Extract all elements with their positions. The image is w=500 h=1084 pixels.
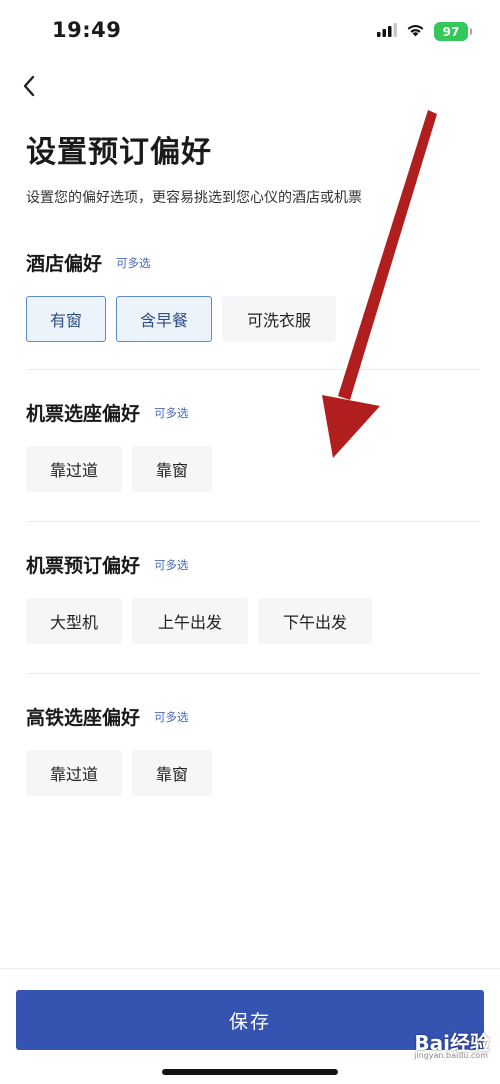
status-icons: 97 [377, 22, 472, 41]
section-header: 酒店偏好 可多选 [26, 248, 480, 276]
multi-select-hint: 可多选 [154, 710, 189, 724]
battery-level: 97 [442, 24, 460, 39]
option-group: 靠过道 靠窗 [26, 446, 480, 492]
page-subtitle: 设置您的偏好选项，更容易挑选到您心仪的酒店或机票 [26, 190, 362, 206]
status-bar: 19:49 97 [0, 0, 500, 64]
section-hotel-preference: 酒店偏好 可多选 有窗 含早餐 可洗衣服 [26, 248, 480, 342]
option-chip-with-window[interactable]: 有窗 [26, 296, 106, 342]
section-title: 机票选座偏好 [26, 402, 141, 425]
option-chip-breakfast-included[interactable]: 含早餐 [116, 296, 212, 342]
option-chip-window-seat[interactable]: 靠窗 [132, 446, 212, 492]
option-group: 大型机 上午出发 下午出发 [26, 598, 480, 644]
section-divider [26, 521, 480, 522]
watermark-logo: Bai经验 jingyan.baidu.com [414, 1027, 490, 1060]
option-chip-window-seat[interactable]: 靠窗 [132, 750, 212, 796]
watermark-site: jingyan.baidu.com [414, 1051, 488, 1060]
section-header: 高铁选座偏好 可多选 [26, 702, 480, 730]
option-chip-laundry[interactable]: 可洗衣服 [222, 296, 336, 342]
option-chip-large-aircraft[interactable]: 大型机 [26, 598, 122, 644]
battery-charging-icon: 97 [434, 22, 472, 41]
chevron-left-icon [22, 75, 36, 101]
multi-select-hint: 可多选 [154, 558, 189, 572]
multi-select-hint: 可多选 [154, 406, 189, 420]
section-divider [26, 673, 480, 674]
option-chip-morning-departure[interactable]: 上午出发 [132, 598, 248, 644]
section-flight-seat-preference: 机票选座偏好 可多选 靠过道 靠窗 [26, 398, 480, 492]
section-title: 高铁选座偏好 [26, 706, 141, 729]
section-flight-booking-preference: 机票预订偏好 可多选 大型机 上午出发 下午出发 [26, 550, 480, 644]
section-title: 机票预订偏好 [26, 554, 141, 577]
section-train-seat-preference: 高铁选座偏好 可多选 靠过道 靠窗 [26, 702, 480, 796]
option-chip-afternoon-departure[interactable]: 下午出发 [258, 598, 372, 644]
option-group: 靠过道 靠窗 [26, 750, 480, 796]
section-divider [26, 369, 480, 370]
option-chip-aisle-seat[interactable]: 靠过道 [26, 750, 122, 796]
multi-select-hint: 可多选 [116, 256, 151, 270]
cellular-signal-icon [377, 22, 397, 41]
section-header: 机票选座偏好 可多选 [26, 398, 480, 426]
section-header: 机票预订偏好 可多选 [26, 550, 480, 578]
back-button[interactable] [14, 72, 44, 104]
section-title: 酒店偏好 [26, 252, 103, 275]
option-chip-aisle-seat[interactable]: 靠过道 [26, 446, 122, 492]
wifi-icon [406, 22, 425, 41]
home-indicator [162, 1069, 338, 1075]
option-group: 有窗 含早餐 可洗衣服 [26, 296, 480, 342]
page-title: 设置预订偏好 [26, 135, 212, 170]
bottom-action-bar: 保存 Bai经验 jingyan.baidu.com [0, 968, 500, 1084]
status-time: 19:49 [52, 18, 122, 42]
